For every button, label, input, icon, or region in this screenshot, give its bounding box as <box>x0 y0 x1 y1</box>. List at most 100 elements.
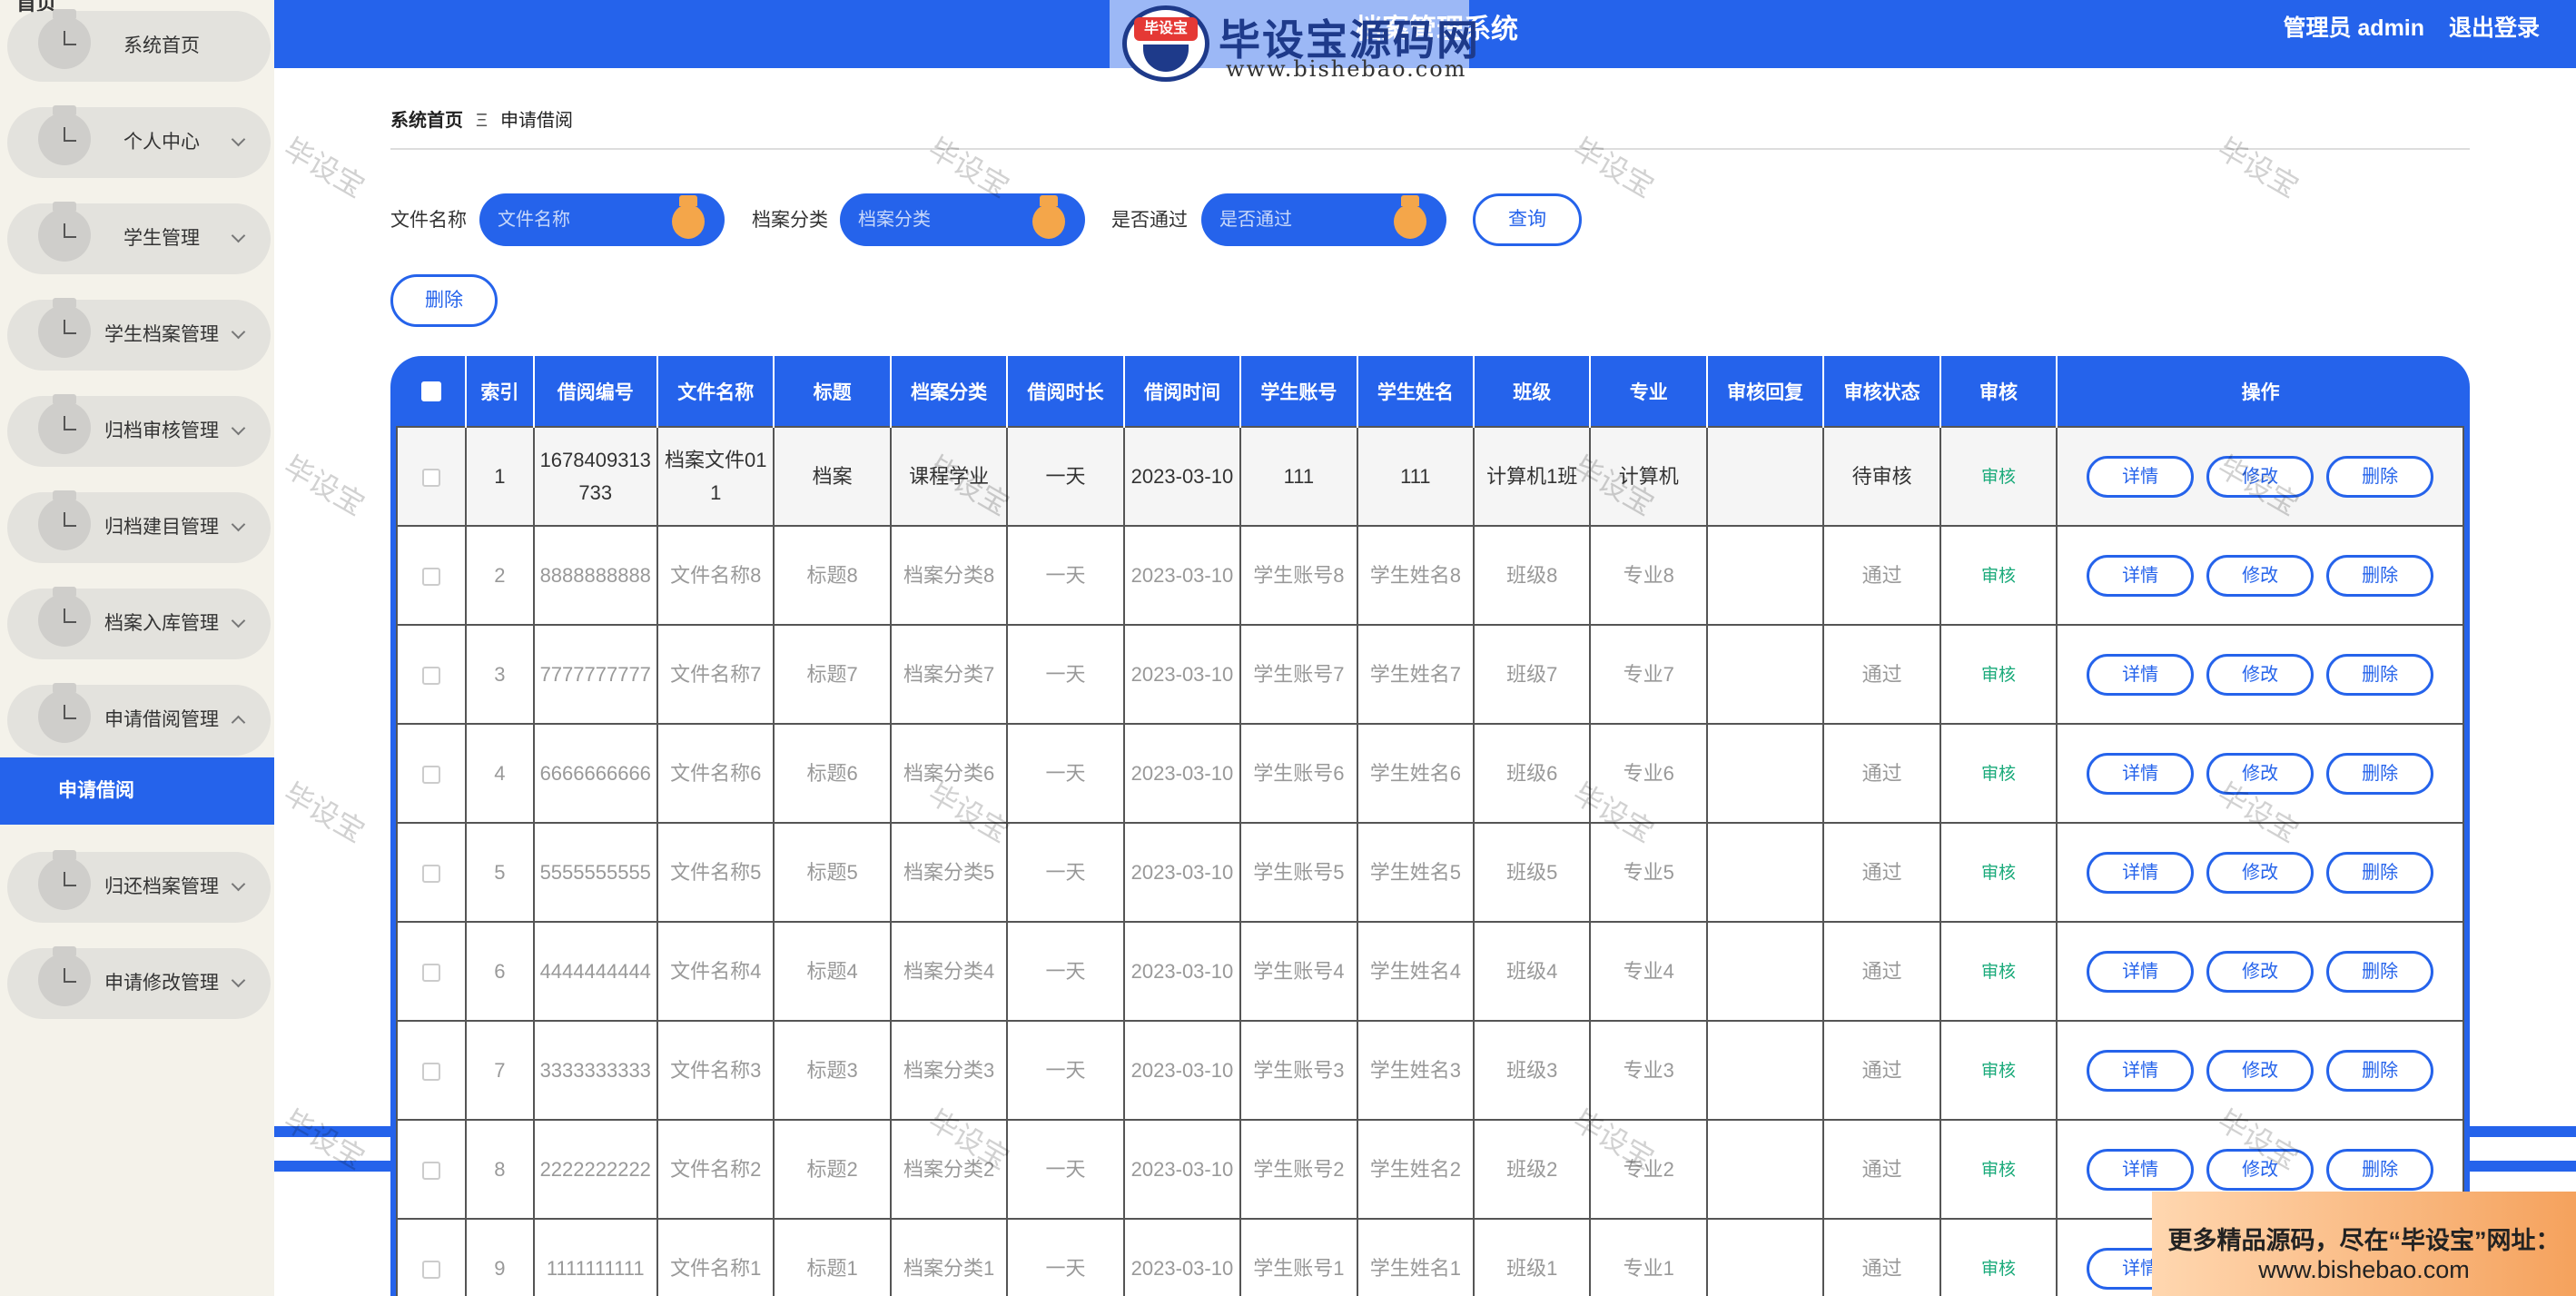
detail-button[interactable]: 详情 <box>2087 1148 2195 1191</box>
cell-status: 通过 <box>1822 921 1941 1022</box>
query-button[interactable]: 查询 <box>1473 193 1582 246</box>
watermark-logo: 毕设宝 毕设宝源码网 www.bishebao.com <box>1110 0 1478 89</box>
detail-button[interactable]: 详情 <box>2087 1049 2195 1092</box>
sidebar-item-9[interactable]: 申请修改管理 <box>7 946 271 1019</box>
cell-status: 通过 <box>1822 1119 1941 1220</box>
watermark-text: 毕设宝 <box>278 450 370 522</box>
data-table: 索引 借阅编号 文件名称 标题 档案分类 借阅时长 借阅时间 学生账号 学生姓名 班级 专业 审核回复… <box>390 356 2470 1296</box>
delete-button[interactable]: 删除 <box>2326 554 2434 597</box>
select-all-checkbox[interactable] <box>420 381 441 401</box>
row-checkbox[interactable] <box>422 567 441 586</box>
row-checkbox[interactable] <box>422 765 441 784</box>
edit-button[interactable]: 修改 <box>2206 1148 2314 1191</box>
sidebar-item-0[interactable]: 系统首页 <box>7 9 271 82</box>
sidebar-item-1[interactable]: 个人中心 <box>7 105 271 178</box>
breadcrumb-current: 申请借阅 <box>500 111 573 131</box>
review-link[interactable]: 审核 <box>1981 1260 2016 1279</box>
column-header: 标题 <box>774 356 892 427</box>
sidebar-item-5[interactable]: 归档建目管理 <box>7 490 271 563</box>
category-input[interactable]: 档案分类 <box>840 193 1085 246</box>
batch-delete-button[interactable]: 删除 <box>390 274 498 327</box>
row-select-cell <box>395 921 468 1022</box>
decor-stripe <box>274 1126 390 1137</box>
edit-button[interactable]: 修改 <box>2206 752 2314 795</box>
cell-cls: 班级3 <box>1473 1020 1592 1121</box>
row-checkbox[interactable] <box>422 468 441 487</box>
cell-status: 通过 <box>1822 1020 1941 1121</box>
row-checkbox[interactable] <box>422 1260 441 1279</box>
review-link[interactable]: 审核 <box>1981 1062 2016 1081</box>
sidebar-item-2[interactable]: 学生管理 <box>7 202 271 274</box>
pass-select[interactable]: 是否通过 <box>1201 193 1446 246</box>
sidebar-item-6[interactable]: 档案入库管理 <box>7 587 271 659</box>
delete-button[interactable]: 删除 <box>2326 752 2434 795</box>
review-cell: 审核 <box>1939 1020 2058 1121</box>
cell-idx: 6 <box>465 921 535 1022</box>
review-link[interactable]: 审核 <box>1981 864 2016 883</box>
breadcrumb: 系统首页 Ξ 申请借阅 <box>390 105 573 132</box>
cell-reply <box>1705 525 1825 626</box>
sidebar-item-4[interactable]: 归档审核管理 <box>7 394 271 467</box>
cell-major: 专业3 <box>1589 1020 1708 1121</box>
breadcrumb-home[interactable]: 系统首页 <box>390 111 463 131</box>
delete-button[interactable]: 删除 <box>2326 851 2434 894</box>
row-checkbox[interactable] <box>422 1161 441 1180</box>
edit-button[interactable]: 修改 <box>2206 455 2314 498</box>
edit-button[interactable]: 修改 <box>2206 554 2314 597</box>
cell-acct: 学生账号5 <box>1239 822 1358 923</box>
sidebar-item-8[interactable]: 归还档案管理 <box>7 850 271 923</box>
cell-no: 7777777777 <box>532 624 658 725</box>
row-checkbox[interactable] <box>422 1062 441 1081</box>
column-header: 学生账号 <box>1240 356 1358 427</box>
column-header: 借阅编号 <box>533 356 658 427</box>
row-checkbox[interactable] <box>422 963 441 982</box>
sidebar-item-7[interactable]: 申请借阅管理 <box>7 683 271 756</box>
cell-no: 4444444444 <box>532 921 658 1022</box>
edit-button[interactable]: 修改 <box>2206 950 2314 993</box>
detail-button[interactable]: 详情 <box>2087 752 2195 795</box>
detail-button[interactable]: 详情 <box>2087 653 2195 696</box>
review-cell: 审核 <box>1939 1218 2058 1296</box>
row-checkbox[interactable] <box>422 666 441 685</box>
edit-button[interactable]: 修改 <box>2206 1049 2314 1092</box>
edit-button[interactable]: 修改 <box>2206 851 2314 894</box>
review-link[interactable]: 审核 <box>1981 963 2016 982</box>
detail-button[interactable]: 详情 <box>2087 851 2195 894</box>
promo-line-2: www.bishebao.com <box>2258 1256 2470 1283</box>
file-name-input[interactable]: 文件名称 <box>479 193 725 246</box>
sidebar-subitem-apply-borrow[interactable]: 申请借阅 <box>0 757 274 825</box>
detail-button[interactable]: 详情 <box>2087 455 2195 498</box>
cell-status: 通过 <box>1822 723 1941 824</box>
column-header: 审核状态 <box>1823 356 1941 427</box>
review-link[interactable]: 审核 <box>1981 765 2016 784</box>
row-checkbox[interactable] <box>422 864 441 883</box>
review-link[interactable]: 审核 <box>1981 468 2016 487</box>
cell-idx: 8 <box>465 1119 535 1220</box>
detail-button[interactable]: 详情 <box>2087 950 2195 993</box>
cell-dur: 一天 <box>1006 1218 1125 1296</box>
edit-button[interactable]: 修改 <box>2206 653 2314 696</box>
delete-button[interactable]: 删除 <box>2326 455 2434 498</box>
cell-file: 文件名称4 <box>656 921 775 1022</box>
delete-button[interactable]: 删除 <box>2326 1148 2434 1191</box>
review-link[interactable]: 审核 <box>1981 567 2016 586</box>
cell-reply <box>1705 1020 1825 1121</box>
cell-major: 专业8 <box>1589 525 1708 626</box>
delete-button[interactable]: 删除 <box>2326 653 2434 696</box>
delete-button[interactable]: 删除 <box>2326 1049 2434 1092</box>
cell-idx: 1 <box>465 426 535 527</box>
sidebar-item-3[interactable]: 学生档案管理 <box>7 298 271 371</box>
sidebar-item-label: 归档审核管理 <box>104 420 219 441</box>
sidebar-item-label: 个人中心 <box>123 132 200 153</box>
detail-button[interactable]: 详情 <box>2087 554 2195 597</box>
logout-link[interactable]: 退出登录 <box>2449 15 2540 41</box>
promo-banner[interactable]: 更多精品源码，尽在“毕设宝”网址： www.bishebao.com <box>2152 1192 2576 1296</box>
review-link[interactable]: 审核 <box>1981 666 2016 685</box>
select-all-header[interactable] <box>397 356 468 427</box>
table-row: 5 5555555555 文件名称5 标题5 档案分类5 一天 2023-03-10 学生账号… <box>395 822 2464 923</box>
review-cell: 审核 <box>1939 822 2058 923</box>
cell-time: 2023-03-10 <box>1122 426 1242 527</box>
review-link[interactable]: 审核 <box>1981 1161 2016 1180</box>
column-header: 文件名称 <box>656 356 775 427</box>
delete-button[interactable]: 删除 <box>2326 950 2434 993</box>
